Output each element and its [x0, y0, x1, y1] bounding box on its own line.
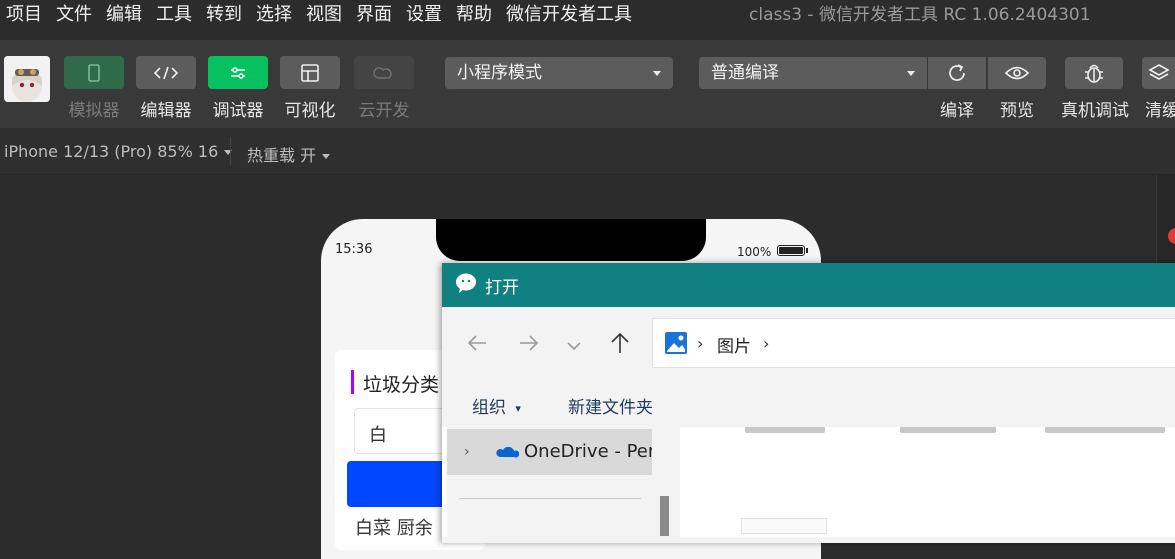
dialog-title: 打开	[485, 278, 519, 298]
dropdown-icon: ▾	[515, 401, 521, 415]
menu-tools[interactable]: 工具	[156, 3, 198, 27]
onedrive-label: OneDrive - Per	[524, 441, 652, 462]
compile-button[interactable]	[928, 57, 986, 89]
title-accent-bar	[351, 370, 354, 394]
chevron-down-icon	[322, 154, 331, 159]
debugger-label: 调试器	[212, 101, 264, 121]
mode-select[interactable]: 小程序模式	[445, 57, 673, 89]
editor-label: 编辑器	[140, 101, 192, 121]
preview-button[interactable]	[988, 57, 1046, 89]
dialog-command-bar	[442, 379, 1175, 427]
avatar[interactable]	[4, 56, 50, 102]
status-time: 15:36	[335, 242, 373, 257]
visual-button[interactable]	[280, 56, 340, 89]
menu-view[interactable]: 视图	[306, 3, 348, 27]
expand-chevron-icon[interactable]: ›	[464, 444, 470, 460]
hot-reload-value: 热重载 开	[247, 146, 317, 165]
window-title: class3 - 微信开发者工具 RC 1.06.2404301	[749, 5, 1091, 25]
back-arrow-icon[interactable]	[466, 333, 488, 357]
mode-select-value: 小程序模式	[457, 63, 542, 83]
debugger-button[interactable]	[208, 56, 268, 89]
battery-icon	[777, 245, 805, 256]
visual-label: 可视化	[284, 101, 336, 121]
organize-button[interactable]: 组织 ▾	[472, 393, 521, 418]
chevron-down-icon	[653, 71, 661, 76]
search-button[interactable]	[347, 461, 457, 507]
code-icon	[153, 66, 179, 79]
menu-file[interactable]: 文件	[56, 3, 98, 27]
breadcrumb-chevron-icon[interactable]: ›	[763, 334, 769, 353]
device-select[interactable]: iPhone 12/13 (Pro) 85% 16	[4, 142, 233, 161]
breadcrumb-chevron-icon: ›	[697, 334, 704, 353]
file-label-fragment	[745, 427, 825, 433]
menu-help[interactable]: 帮助	[456, 3, 498, 27]
hot-reload-toggle[interactable]: 热重载 开	[247, 142, 331, 166]
editor-button[interactable]	[136, 56, 196, 89]
battery-tip	[806, 248, 808, 253]
device-debug-label: 真机调试	[1061, 101, 1129, 121]
organize-label: 组织	[472, 398, 506, 418]
simulator-label: 模拟器	[68, 101, 120, 121]
result-text: 白菜 厨余	[355, 518, 433, 539]
breadcrumb-pictures[interactable]: 图片	[717, 332, 751, 357]
avatar-image	[4, 56, 50, 102]
search-input-value: 白	[369, 425, 387, 446]
simulator-button[interactable]	[64, 56, 124, 89]
menu-items: 项目 文件 编辑 工具 转到 选择 视图 界面 设置 帮助 微信开发者工具	[6, 3, 646, 27]
wechat-icon	[455, 272, 479, 298]
device-select-value: iPhone 12/13 (Pro) 85% 16	[4, 142, 219, 161]
phone-icon	[88, 63, 100, 82]
device-debug-button[interactable]	[1065, 57, 1123, 89]
menu-wechat-devtools[interactable]: 微信开发者工具	[506, 3, 638, 27]
menu-settings[interactable]: 设置	[406, 3, 448, 27]
forward-arrow-icon[interactable]	[518, 333, 540, 357]
new-folder-button[interactable]: 新建文件夹	[568, 393, 653, 418]
layers-icon	[1147, 64, 1170, 80]
clear-cache-button[interactable]	[1142, 57, 1175, 89]
up-arrow-icon[interactable]	[609, 331, 631, 359]
divider	[230, 137, 231, 165]
cloud-label: 云开发	[358, 101, 410, 121]
sliders-icon	[231, 66, 245, 79]
recent-dropdown-icon[interactable]	[566, 337, 582, 356]
pictures-icon	[664, 331, 688, 359]
layout-icon	[301, 63, 319, 82]
compile-select[interactable]: 普通编译	[699, 57, 927, 89]
menu-goto[interactable]: 转到	[206, 3, 248, 27]
compile-select-value: 普通编译	[711, 63, 779, 83]
preview-label: 预览	[1000, 101, 1034, 121]
chevron-down-icon	[907, 71, 915, 76]
menu-interface[interactable]: 界面	[356, 3, 398, 27]
cloud-button[interactable]	[354, 56, 414, 89]
file-thumbnail[interactable]	[741, 518, 827, 534]
menu-project[interactable]: 项目	[6, 3, 48, 27]
file-label-fragment	[900, 427, 996, 433]
onedrive-icon	[495, 443, 520, 463]
cloud-icon	[373, 66, 392, 79]
nav-divider	[459, 498, 641, 499]
nav-scrollbar[interactable]	[660, 496, 669, 536]
phone-notch	[436, 219, 706, 261]
clear-cache-label: 清缓	[1145, 101, 1175, 121]
file-label-fragment	[1045, 427, 1165, 433]
menu-select[interactable]: 选择	[256, 3, 298, 27]
dialog-titlebar	[442, 263, 1175, 307]
card-title: 垃圾分类	[363, 374, 440, 396]
bug-icon	[1085, 64, 1103, 83]
status-battery: 100%	[737, 245, 772, 259]
chevron-down-icon	[224, 150, 233, 155]
refresh-icon	[949, 64, 965, 81]
menu-edit[interactable]: 编辑	[106, 3, 148, 27]
compile-label: 编译	[940, 101, 974, 121]
eye-icon	[1004, 66, 1030, 80]
